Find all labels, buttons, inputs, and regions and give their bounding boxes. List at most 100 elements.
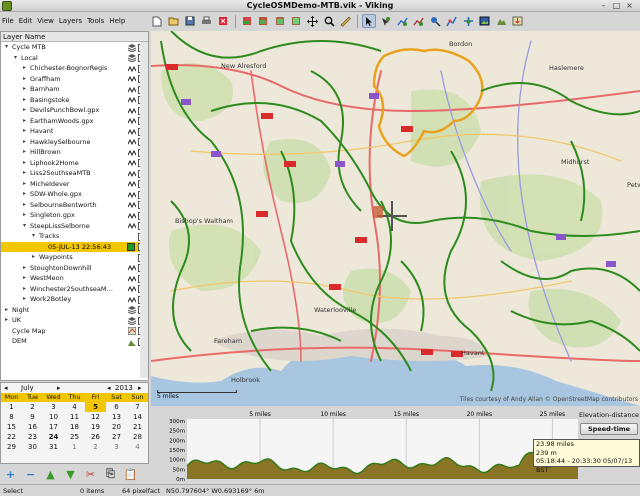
layer-row[interactable]: ▸Liss2SouthseaMTB✓ [1,168,148,179]
expand-icon[interactable]: ▸ [30,252,37,263]
elevation-distance-tab[interactable]: Elevation-distance [578,411,640,419]
layer-row[interactable]: ▾SteepLissSelborne✓ [1,221,148,232]
expand-icon[interactable]: ▸ [21,95,28,106]
expand-icon[interactable]: ▸ [21,273,28,284]
expand-icon[interactable]: ▸ [21,116,28,127]
expand-icon[interactable]: ▸ [21,168,28,179]
expand-icon[interactable]: ▸ [21,105,28,116]
calendar-day[interactable]: 2 [85,442,106,452]
select-icon[interactable] [362,14,376,28]
layer-row[interactable]: ▾Local✓ [1,53,148,64]
calendar-day[interactable]: 31 [43,442,64,452]
expand-icon[interactable]: ▸ [21,126,28,137]
print-icon[interactable] [200,14,214,28]
calendar-day[interactable]: 28 [127,432,148,442]
calendar-day[interactable]: 2 [22,402,43,412]
copy-icon[interactable]: ⎘ [102,467,119,482]
collapse-icon[interactable]: ▾ [3,42,10,53]
create-track-icon[interactable] [395,14,409,28]
edit-trackpoint-icon[interactable] [445,14,459,28]
layer-row[interactable]: ▸SDW-Whole.gpx✓ [1,189,148,200]
calendar-day[interactable]: 13 [106,412,127,422]
dem-download-icon[interactable] [494,14,508,28]
calendar-day[interactable]: 25 [64,432,85,442]
expand-icon[interactable]: ▸ [3,305,10,316]
calendar-day[interactable]: 22 [1,432,22,442]
expand-icon[interactable]: ▸ [21,294,28,305]
zoom-icon[interactable] [322,14,336,28]
calendar-day[interactable]: 3 [43,402,64,412]
layer-row[interactable]: ▸Singleton.gpx✓ [1,210,148,221]
pan-icon[interactable] [306,14,320,28]
menu-layers[interactable]: Layers [59,17,82,25]
expand-icon[interactable]: ▸ [21,179,28,190]
calendar-day[interactable]: 15 [1,422,22,432]
layer-row[interactable]: ▸EarthamWoods.gpx✓ [1,116,148,127]
layer-row[interactable]: ▸StoughtonDownhill✓ [1,263,148,274]
expand-icon[interactable]: ▸ [21,74,28,85]
layer-row[interactable]: ▸HawkleySelbourne✓ [1,137,148,148]
calendar-day[interactable]: 18 [64,422,85,432]
calendar-day[interactable]: 17 [43,422,64,432]
map-mode-2-icon[interactable] [256,14,270,28]
exit-icon[interactable] [216,14,230,28]
layer-row[interactable]: ▸Basingstoke✓ [1,95,148,106]
menu-help[interactable]: Help [109,17,125,25]
layer-row[interactable]: Cycle Map✓ [1,326,148,337]
edit-waypoint-icon[interactable] [428,14,442,28]
layer-row[interactable]: ▸ Waypoints [1,252,148,263]
expand-icon[interactable]: ▸ [21,200,28,211]
layer-row[interactable]: ▸Night✓ [1,305,148,316]
calendar-day[interactable]: 1 [64,442,85,452]
expand-icon[interactable]: ▸ [21,137,28,148]
map-mode-4-icon[interactable] [289,14,303,28]
expand-icon[interactable]: ▸ [3,315,10,326]
new-icon[interactable] [150,14,164,28]
move-down-icon[interactable]: ▼ [62,467,79,482]
calendar-day[interactable]: 14 [127,412,148,422]
calendar-day[interactable]: 3 [106,442,127,452]
calendar-day[interactable]: 12 [85,412,106,422]
layer-row[interactable]: ▸Work2Botley✓ [1,294,148,305]
collapse-icon[interactable]: ▾ [21,221,28,232]
expand-icon[interactable]: ▸ [21,189,28,200]
collapse-icon[interactable]: ▾ [30,231,37,242]
calendar-day[interactable]: 8 [1,412,22,422]
layer-row[interactable]: ▸HillBrown✓ [1,147,148,158]
calendar-day[interactable]: 11 [64,412,85,422]
menu-edit[interactable]: Edit [19,17,33,25]
open-icon[interactable] [167,14,181,28]
menu-view[interactable]: View [37,17,54,25]
route-finder-icon[interactable] [461,14,475,28]
map-mode-1-icon[interactable] [240,14,254,28]
layer-row[interactable]: ▸SelbourneBentworth✓ [1,200,148,211]
calendar-day[interactable]: 23 [22,432,43,442]
calendar-day[interactable]: 6 [106,402,127,412]
layer-row[interactable]: ▸Havant✓ [1,126,148,137]
calendar-day[interactable]: 1 [1,402,22,412]
calendar-day[interactable]: 24 [43,432,64,442]
layer-row[interactable]: ▸Graffham✓ [1,74,148,85]
layers-scrollbar[interactable] [140,42,148,378]
elevation-graph[interactable]: 5 miles 10 miles 15 miles 20 miles 25 miles 3… [151,407,578,483]
map-download-icon[interactable] [511,14,525,28]
layers-header[interactable]: Layer Name [1,32,148,42]
expand-icon[interactable]: ▸ [21,147,28,158]
remove-layer-icon[interactable]: − [22,467,39,482]
expand-icon[interactable]: ▸ [21,63,28,74]
speed-time-button[interactable]: Speed-time [580,423,638,435]
create-route-icon[interactable] [412,14,426,28]
calendar-day[interactable]: 26 [85,432,106,442]
calendar-day[interactable]: 10 [43,412,64,422]
calendar-day[interactable]: 19 [85,422,106,432]
calendar-day[interactable]: 9 [22,412,43,422]
calendar-day-selected[interactable]: 5 [85,402,106,412]
calendar-day[interactable]: 27 [106,432,127,442]
calendar-day[interactable]: 4 [64,402,85,412]
elevation-chart[interactable]: 5 miles 10 miles 15 miles 20 miles 25 miles 3… [151,407,578,483]
expand-icon[interactable]: ▸ [21,263,28,274]
layer-row[interactable]: ▾Cycle MTB✓ [1,42,148,53]
layer-row[interactable]: ▸UK✓ [1,315,148,326]
move-up-icon[interactable]: ▲ [42,467,59,482]
collapse-icon[interactable]: ▾ [12,53,19,64]
